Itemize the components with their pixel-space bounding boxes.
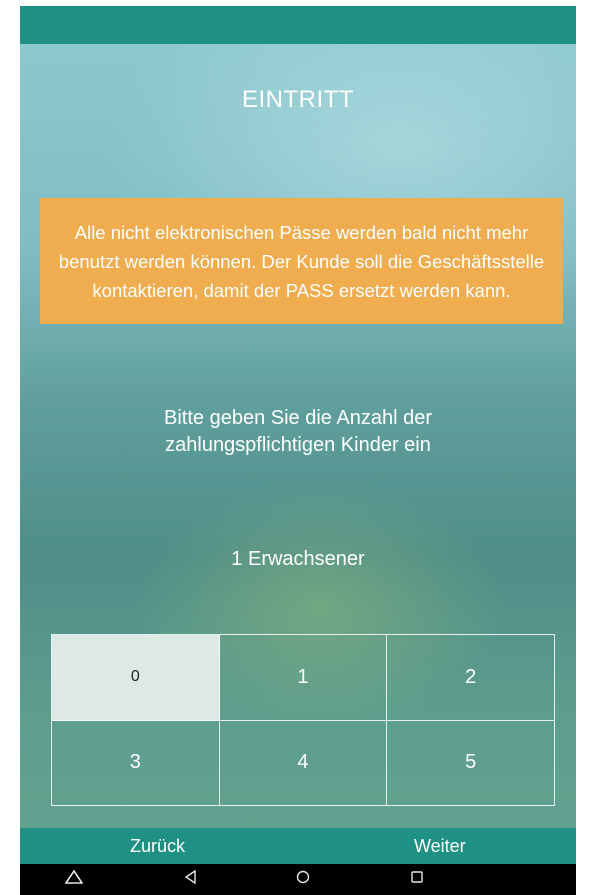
notice-banner: Alle nicht elektronischen Pässe werden b… xyxy=(40,198,563,324)
adults-count-label: 1 Erwachsener xyxy=(231,548,365,570)
home-icon[interactable] xyxy=(291,870,315,888)
key-4[interactable]: 4 xyxy=(219,720,388,806)
back-icon[interactable] xyxy=(178,869,202,888)
back-button[interactable]: Zurück xyxy=(130,836,185,857)
key-2[interactable]: 2 xyxy=(387,635,555,721)
android-navigation-bar xyxy=(20,864,576,895)
home-triangle-icon[interactable] xyxy=(62,869,86,888)
next-button[interactable]: Weiter xyxy=(414,836,466,857)
number-keypad: 0 1 2 3 4 5 xyxy=(51,634,555,806)
notice-text: Alle nicht elektronischen Pässe werden b… xyxy=(58,221,545,301)
status-bar xyxy=(20,6,576,44)
app-screen: EINTRITT Alle nicht elektronischen Pässe… xyxy=(20,6,576,895)
key-5[interactable]: 5 xyxy=(387,720,555,806)
recents-icon[interactable] xyxy=(405,870,429,888)
children-count-prompt: Bitte geben Sie die Anzahl der zahlungsp… xyxy=(164,407,432,456)
page-title: EINTRITT xyxy=(242,86,354,113)
key-3[interactable]: 3 xyxy=(52,720,220,806)
key-0[interactable]: 0 xyxy=(52,635,220,721)
key-1[interactable]: 1 xyxy=(219,635,388,721)
bottom-action-bar: Zurück Weiter xyxy=(20,828,576,864)
